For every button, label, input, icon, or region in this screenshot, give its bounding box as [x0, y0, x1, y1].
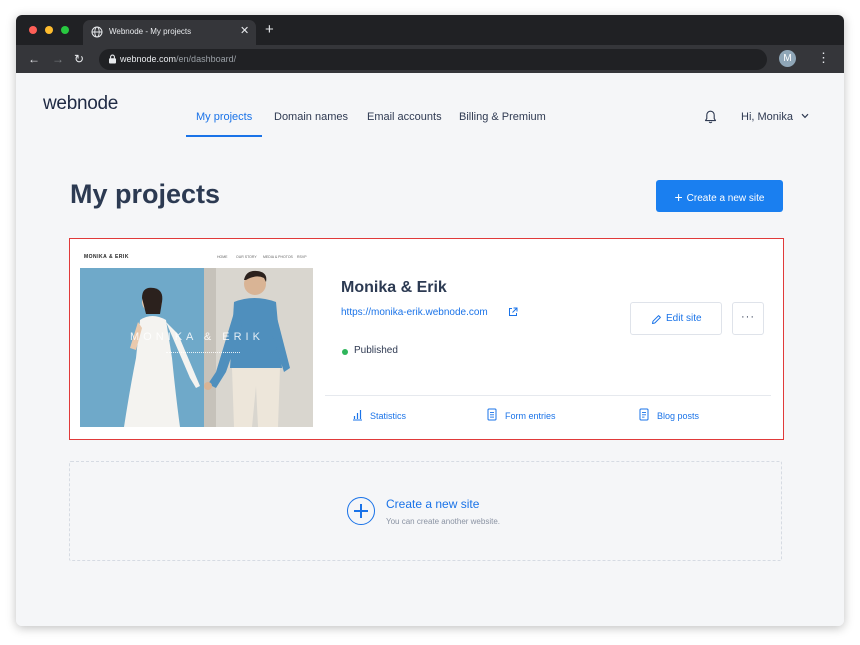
- project-card: MONIKA & ERIK HOME OUR STORY MEDIA & PHO…: [69, 238, 784, 440]
- site-status: Published: [354, 345, 398, 356]
- more-options-button[interactable]: ···: [732, 302, 764, 335]
- browser-toolbar: ← → ↻ webnode.com/en/dashboard/ M ⋮: [16, 45, 844, 73]
- site-thumbnail[interactable]: MONIKA & ERIK HOME OUR STORY MEDIA & PHO…: [80, 249, 315, 429]
- create-site-placeholder-title[interactable]: Create a new site: [386, 497, 479, 511]
- form-entries-link[interactable]: Form entries: [505, 411, 556, 421]
- create-site-placeholder-card[interactable]: Create a new site You can create another…: [69, 461, 782, 561]
- profile-avatar[interactable]: M: [779, 50, 796, 67]
- browser-menu-icon[interactable]: ⋮: [817, 50, 830, 66]
- nav-email-accounts[interactable]: Email accounts: [367, 111, 442, 123]
- thumbnail-nav-item: MEDIA & PHOTOS: [263, 255, 293, 259]
- site-name: Monika & Erik: [341, 279, 447, 296]
- chevron-down-icon[interactable]: [801, 113, 809, 119]
- external-link-icon[interactable]: [508, 307, 518, 317]
- reload-icon[interactable]: ↻: [74, 51, 84, 67]
- thumbnail-logo: MONIKA & ERIK: [84, 254, 129, 260]
- forward-arrow-icon[interactable]: →: [52, 51, 64, 67]
- thumbnail-overlay-text: MONIKA & ERIK: [130, 331, 264, 343]
- nav-domain-names[interactable]: Domain names: [274, 111, 348, 123]
- maximize-window-button[interactable]: [61, 26, 69, 34]
- thumbnail-nav-item: OUR STORY: [236, 255, 257, 259]
- thumbnail-nav-item: RSVP: [297, 255, 307, 259]
- site-url-link[interactable]: https://monika-erik.webnode.com: [341, 307, 488, 318]
- thumbnail-dotted-line: [166, 352, 240, 353]
- new-tab-button[interactable]: +: [265, 21, 274, 39]
- close-window-button[interactable]: [29, 26, 37, 34]
- page-title: My projects: [70, 179, 221, 209]
- nav-my-projects[interactable]: My projects: [196, 111, 252, 123]
- thumbnail-nav-item: HOME: [217, 255, 228, 259]
- published-status-dot: [342, 349, 348, 355]
- bell-icon[interactable]: [704, 110, 717, 124]
- statistics-link[interactable]: Statistics: [370, 411, 406, 421]
- address-bar[interactable]: webnode.com/en/dashboard/: [99, 49, 767, 70]
- back-arrow-icon[interactable]: ←: [28, 51, 40, 67]
- statistics-icon[interactable]: [351, 408, 363, 421]
- user-greeting[interactable]: Hi, Monika: [741, 111, 793, 123]
- create-site-button[interactable]: + Create a new site: [656, 180, 783, 212]
- plus-icon: +: [674, 189, 683, 205]
- browser-window: Webnode - My projects ✕ + ← → ↻ webnode.…: [16, 15, 844, 626]
- tab-close-icon[interactable]: ✕: [240, 24, 249, 38]
- pencil-icon: [652, 315, 661, 324]
- browser-tab[interactable]: Webnode - My projects ✕: [83, 20, 256, 45]
- couple-photo: MONIKA & ERIK: [80, 268, 313, 427]
- create-site-label: Create a new site: [686, 193, 765, 204]
- address-url: webnode.com/en/dashboard/: [120, 54, 236, 64]
- couple-photo-art: [80, 268, 313, 427]
- edit-site-button[interactable]: Edit site: [630, 302, 722, 335]
- webnode-logo[interactable]: webnode: [43, 93, 118, 115]
- tab-title: Webnode - My projects: [109, 27, 192, 36]
- lock-icon: [109, 54, 116, 64]
- browser-titlebar: Webnode - My projects ✕ +: [16, 15, 844, 45]
- nav-active-underline: [186, 135, 262, 137]
- edit-site-label: Edit site: [666, 313, 702, 324]
- url-host: webnode.com: [120, 54, 177, 64]
- blog-posts-link[interactable]: Blog posts: [657, 411, 699, 421]
- card-divider: [325, 395, 771, 396]
- minimize-window-button[interactable]: [45, 26, 53, 34]
- blog-posts-icon[interactable]: [638, 408, 650, 421]
- form-entries-icon[interactable]: [486, 408, 498, 421]
- url-path: /en/dashboard/: [176, 54, 237, 64]
- dashboard-page: webnode My projects Domain names Email a…: [16, 73, 844, 626]
- nav-billing-premium[interactable]: Billing & Premium: [459, 111, 546, 123]
- plus-circle-icon[interactable]: [347, 497, 375, 525]
- globe-icon: [91, 26, 103, 38]
- create-site-placeholder-subtitle: You can create another website.: [386, 517, 501, 526]
